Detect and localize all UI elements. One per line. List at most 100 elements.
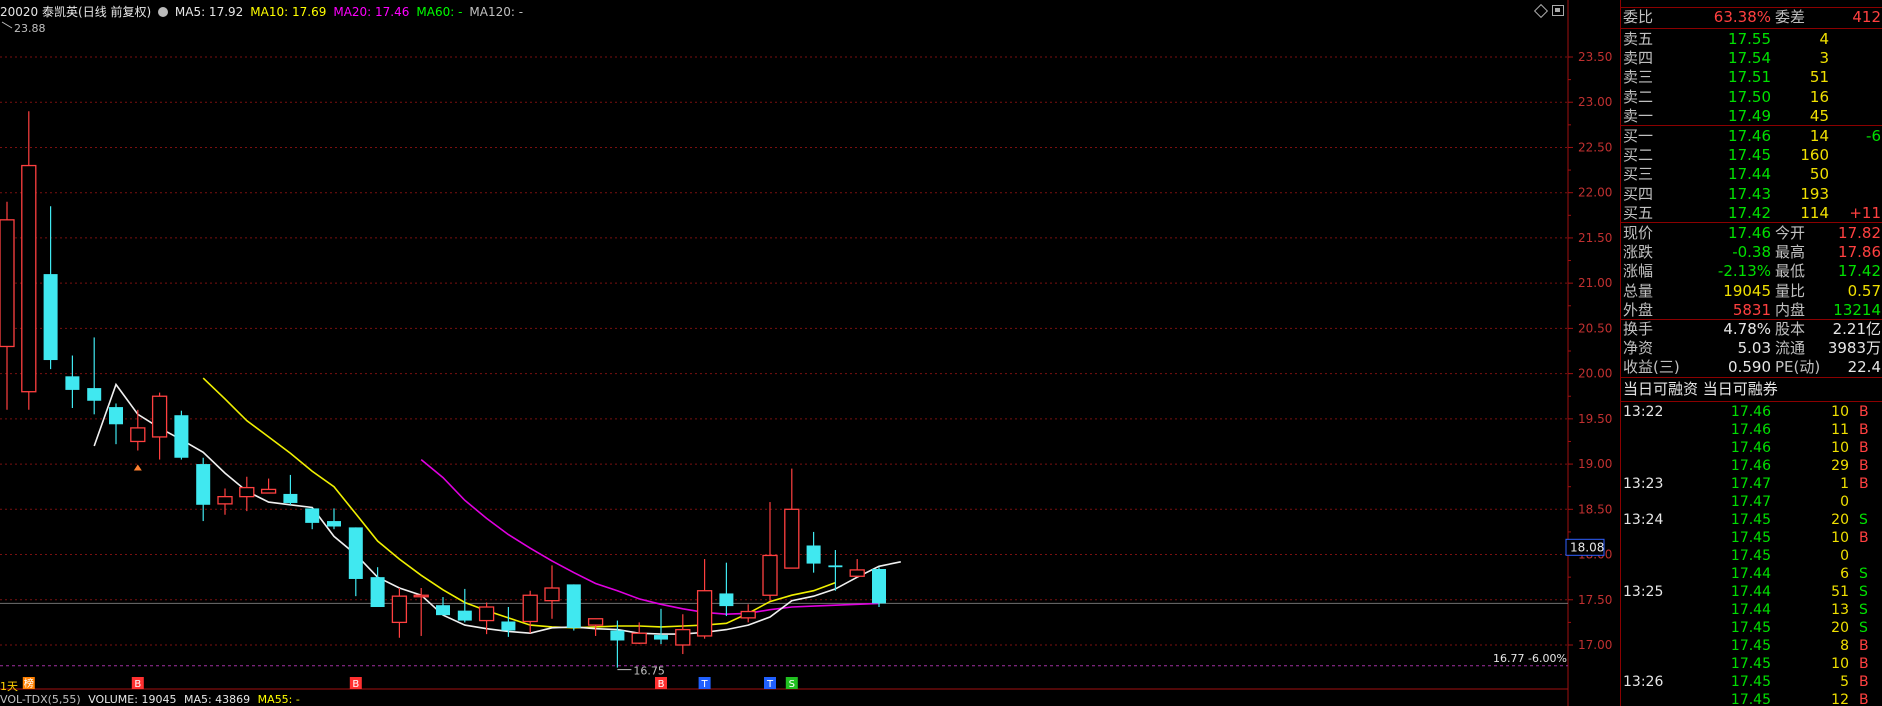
- bid-row[interactable]: 买五 17.42 114 +11: [1621, 204, 1882, 223]
- stat-value: 4.78%: [1723, 320, 1771, 338]
- tick-row[interactable]: 17.44 13 S: [1621, 601, 1882, 619]
- bid-row[interactable]: 买四 17.43 193: [1621, 185, 1882, 204]
- signal-marker[interactable]: 榜: [22, 677, 35, 690]
- tick-row[interactable]: 17.45 12 B: [1621, 691, 1882, 706]
- tick-side: B: [1859, 638, 1869, 654]
- margin-row[interactable]: 当日可融资 当日可融券: [1621, 380, 1882, 399]
- quote-label: 量比: [1775, 281, 1806, 300]
- bid-volume: 114: [1800, 203, 1829, 222]
- stat-value: 22.4: [1847, 358, 1881, 377]
- axis-tick-label: 17.00: [1578, 638, 1612, 652]
- tick-row[interactable]: 13:25 17.44 51 S: [1621, 583, 1882, 601]
- tick-row[interactable]: 17.45 8 B: [1621, 637, 1882, 655]
- quote-value: 17.42: [1838, 262, 1881, 281]
- signal-marker-layer[interactable]: 榜BBBTTS: [22, 677, 798, 690]
- tick-volume: 10: [1831, 656, 1849, 672]
- bid-volume: 14: [1809, 127, 1829, 145]
- quote-row[interactable]: 现价 17.46 今开 17.82: [1621, 224, 1882, 243]
- tick-row[interactable]: 17.45 10 B: [1621, 529, 1882, 547]
- ask-row[interactable]: 卖四 17.54 3: [1621, 49, 1882, 68]
- signal-marker[interactable]: B: [349, 677, 362, 690]
- tick-row[interactable]: 13:23 17.47 1 B: [1621, 475, 1882, 493]
- signal-marker[interactable]: B: [131, 677, 144, 690]
- tick-price: 17.47: [1730, 494, 1771, 510]
- quote-row[interactable]: 外盘 5831 内盘 13214: [1621, 301, 1882, 320]
- chart-header: 20020 泰凯英(日线 前复权) MA5: 17.92 MA10: 17.69 M…: [0, 3, 530, 21]
- signal-marker-label: B: [352, 679, 359, 690]
- ask-row[interactable]: 卖五 17.55 4: [1621, 30, 1882, 49]
- bid-price: 17.43: [1728, 184, 1771, 203]
- candle-body: [828, 565, 843, 568]
- tick-row[interactable]: 13:26 17.45 5 B: [1621, 673, 1882, 691]
- ask-price: 17.49: [1728, 106, 1771, 125]
- tick-time: 13:22: [1623, 404, 1664, 420]
- tick-row[interactable]: 17.45 20 S: [1621, 619, 1882, 637]
- settings-icon[interactable]: [158, 7, 169, 17]
- stats-row[interactable]: 收益(三) 0.590 PE(动) 22.4: [1621, 358, 1882, 377]
- ask-row[interactable]: 卖一 17.49 45: [1621, 107, 1882, 126]
- signal-marker-label: 榜: [24, 677, 34, 690]
- tick-price: 17.45: [1730, 512, 1771, 528]
- candle-body: [522, 594, 538, 623]
- tick-side: S: [1859, 512, 1868, 528]
- period-tag[interactable]: 1天: [0, 678, 18, 694]
- tick-volume: 11: [1831, 422, 1849, 438]
- ask-row[interactable]: 卖三 17.51 51: [1621, 68, 1882, 87]
- tick-volume: 13: [1831, 602, 1849, 618]
- stats-row[interactable]: 换手 4.78% 股本 2.21亿: [1621, 320, 1882, 339]
- high-price-pointer: [1, 21, 13, 29]
- bid-row[interactable]: 买二 17.45 160: [1621, 146, 1882, 165]
- weibi-label: 委比: [1623, 8, 1654, 26]
- volume-header: VOL-TDX(5,55) VOLUME: 19045 MA5: 43869 M…: [0, 693, 300, 706]
- tick-row[interactable]: 17.46 11 B: [1621, 421, 1882, 439]
- bid-price: 17.44: [1728, 165, 1771, 184]
- signal-marker[interactable]: T: [764, 677, 776, 690]
- kline-chart[interactable]: 23.50 23.00 22.50 22.00 21.50 21.00 20.50 20.00…: [0, 0, 1620, 706]
- stats-row[interactable]: 净资 5.03 流通 3983万: [1621, 339, 1882, 358]
- price-tag-label: 18.08: [1570, 540, 1604, 554]
- tick-row[interactable]: 17.47 0: [1621, 493, 1882, 511]
- chart-period: (日线 前复权): [78, 5, 152, 19]
- tick-row[interactable]: 13:22 17.46 10 B: [1621, 403, 1882, 421]
- tick-row[interactable]: 13:24 17.45 20 S: [1621, 511, 1882, 529]
- candle-body: [283, 493, 298, 503]
- ask-volume: 45: [1809, 106, 1829, 125]
- window-toggle-icon[interactable]: [1552, 5, 1564, 16]
- tick-row[interactable]: 17.45 10 B: [1621, 655, 1882, 673]
- tick-row[interactable]: 17.44 6 S: [1621, 565, 1882, 583]
- signal-marker[interactable]: B: [655, 677, 667, 690]
- quote-row[interactable]: 涨跌 -0.38 最高 17.86: [1621, 243, 1882, 262]
- volume-indicator-name: VOL-TDX(5,55): [0, 693, 81, 706]
- tick-row[interactable]: 17.45 0: [1621, 547, 1882, 565]
- bid-row[interactable]: 买三 17.44 50: [1621, 165, 1882, 184]
- axis-tick-label: 22.50: [1578, 140, 1612, 154]
- tick-row[interactable]: 17.46 29 B: [1621, 457, 1882, 475]
- tick-price: 17.47: [1730, 476, 1771, 492]
- tick-price: 17.45: [1730, 638, 1771, 654]
- signal-marker[interactable]: T: [698, 677, 711, 690]
- weibi-row: 委比 63.38% 委差 412: [1621, 8, 1882, 27]
- candle-body: [327, 521, 341, 527]
- tick-side: B: [1859, 458, 1869, 474]
- quote-row[interactable]: 总量 19045 量比 0.57: [1621, 282, 1882, 301]
- tick-volume: 8: [1840, 638, 1849, 654]
- candle-body: [65, 376, 80, 390]
- bid-row[interactable]: 买一 17.46 14 -6: [1621, 127, 1882, 146]
- signal-marker[interactable]: S: [785, 677, 798, 690]
- quote-row[interactable]: 涨幅 -2.13% 最低 17.42: [1621, 262, 1882, 281]
- ask-row[interactable]: 卖二 17.50 16: [1621, 88, 1882, 107]
- tick-row[interactable]: 17.46 10 B: [1621, 439, 1882, 457]
- quote-label: 外盘: [1623, 300, 1654, 319]
- candle-body: [587, 618, 604, 626]
- tick-side: B: [1859, 440, 1869, 456]
- tick-price: 17.46: [1730, 422, 1771, 438]
- signal-marker-label: B: [134, 679, 141, 690]
- candle-body: [501, 621, 516, 631]
- weicha-value: 412: [1852, 8, 1881, 26]
- candle-body: [675, 628, 691, 646]
- candle-body: [43, 274, 58, 361]
- ask-volume: 16: [1809, 87, 1829, 106]
- quote-panel: 委比 63.38% 委差 412 卖五 17.55 4 卖四 17.54 3 卖三 17.51…: [1620, 0, 1882, 706]
- quote-value: 17.82: [1838, 224, 1881, 242]
- stat-label: 净资: [1623, 339, 1654, 358]
